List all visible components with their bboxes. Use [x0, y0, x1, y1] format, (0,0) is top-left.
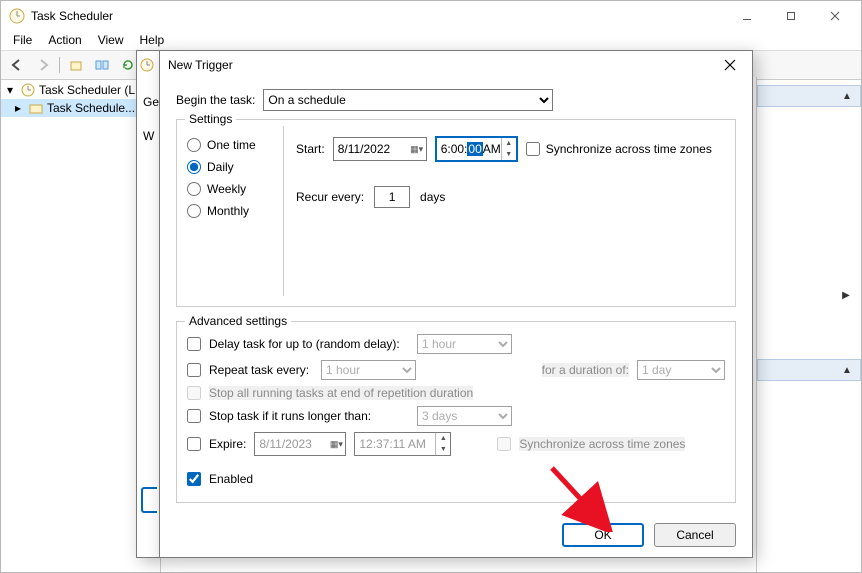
delay-checkbox[interactable] — [187, 337, 201, 351]
enabled-checkbox[interactable] — [187, 472, 201, 486]
radio-weekly[interactable]: Weekly — [187, 182, 275, 196]
menu-file[interactable]: File — [7, 31, 38, 50]
start-label: Start: — [296, 142, 325, 156]
radio-monthly[interactable]: Monthly — [187, 204, 275, 218]
recur-unit: days — [420, 190, 445, 204]
menu-help[interactable]: Help — [134, 31, 171, 50]
scroll-right-button[interactable]: ▶ — [837, 287, 855, 303]
close-app-button[interactable] — [813, 4, 857, 28]
stop-all-label: Stop all running tasks at end of repetit… — [209, 386, 473, 400]
stop-longer-combo[interactable]: 3 days — [417, 406, 512, 426]
maximize-button[interactable] — [769, 4, 813, 28]
ok-button[interactable]: OK — [562, 523, 644, 547]
repeat-combo[interactable]: 1 hour — [321, 360, 416, 380]
cancel-button[interactable]: Cancel — [654, 523, 736, 547]
dialog-close-button[interactable] — [716, 53, 744, 77]
expire-date-input[interactable] — [255, 433, 327, 455]
minimize-button[interactable] — [725, 4, 769, 28]
stop-all-checkbox — [187, 386, 201, 400]
settings-fieldset: Settings One time Daily Weekly — [176, 119, 736, 307]
sync-tz-checkbox[interactable]: Synchronize across time zones — [526, 142, 712, 156]
recur-label: Recur every: — [296, 190, 364, 204]
close-icon — [724, 59, 736, 71]
expire-label: Expire: — [209, 437, 246, 451]
menu-action[interactable]: Action — [42, 31, 87, 50]
titlebar: Task Scheduler — [1, 1, 861, 31]
repeat-checkbox[interactable] — [187, 363, 201, 377]
back-button[interactable] — [5, 54, 29, 76]
bg-ok-edge — [141, 487, 157, 513]
dialog-titlebar: New Trigger — [160, 51, 752, 79]
app-title: Task Scheduler — [31, 9, 725, 23]
folder-icon — [29, 101, 43, 115]
advanced-legend: Advanced settings — [185, 314, 291, 328]
expire-date-picker[interactable]: ▦▾ — [254, 432, 346, 456]
settings-legend: Settings — [185, 112, 236, 126]
expire-time-picker[interactable]: ▲▼ — [354, 432, 451, 456]
collapse-section-1[interactable]: ▲ — [838, 88, 856, 104]
new-trigger-dialog: New Trigger Begin the task: On a schedul… — [159, 50, 753, 558]
clock-icon — [140, 58, 154, 72]
enabled-label: Enabled — [209, 472, 253, 486]
start-time-picker[interactable]: 6:00:00 AM ▲▼ — [435, 136, 518, 162]
begin-task-select[interactable]: On a schedule — [263, 89, 553, 111]
delay-combo[interactable]: 1 hour — [417, 334, 512, 354]
panel-button[interactable] — [90, 54, 114, 76]
start-date-input[interactable] — [334, 138, 408, 160]
duration-label: for a duration of: — [542, 363, 629, 377]
start-date-picker[interactable]: ▦▾ — [333, 137, 427, 161]
dir-button[interactable] — [64, 54, 88, 76]
app-clock-icon — [9, 8, 25, 24]
expire-checkbox[interactable] — [187, 437, 201, 451]
forward-button[interactable] — [31, 54, 55, 76]
menu-view[interactable]: View — [92, 31, 130, 50]
dialog-title: New Trigger — [168, 58, 716, 72]
recur-input[interactable] — [374, 186, 410, 208]
actions-panel: ▲ ▶ ▲ — [756, 77, 861, 572]
collapse-section-2[interactable]: ▲ — [838, 362, 856, 378]
time-spinner-buttons[interactable]: ▲▼ — [501, 138, 516, 160]
background-dialog-edge: Gen W — [136, 50, 160, 558]
radio-one-time[interactable]: One time — [187, 138, 275, 152]
periodicity-group: One time Daily Weekly Monthly — [187, 126, 284, 296]
stop-longer-label: Stop task if it runs longer than: — [209, 409, 409, 423]
bg-label-w: W — [143, 129, 154, 143]
time-spinner-buttons[interactable]: ▲▼ — [435, 433, 450, 455]
calendar-icon[interactable]: ▦▾ — [327, 439, 345, 450]
radio-daily[interactable]: Daily — [187, 160, 275, 174]
begin-task-label: Begin the task: — [176, 93, 255, 107]
duration-combo[interactable]: 1 day — [637, 360, 725, 380]
expire-time-input[interactable] — [355, 433, 435, 455]
advanced-fieldset: Advanced settings Delay task for up to (… — [176, 321, 736, 503]
stop-longer-checkbox[interactable] — [187, 409, 201, 423]
sync-tz2-checkbox — [497, 437, 511, 451]
tree-root-label: Task Scheduler (L... — [39, 83, 145, 97]
clock-icon — [21, 83, 35, 97]
menubar: File Action View Help — [1, 31, 861, 51]
tree-library-label: Task Schedule... — [47, 101, 135, 115]
sync-tz2-label: Synchronize across time zones — [519, 437, 685, 451]
delay-label: Delay task for up to (random delay): — [209, 337, 409, 351]
repeat-label: Repeat task every: — [209, 363, 313, 377]
calendar-icon[interactable]: ▦▾ — [408, 144, 426, 155]
